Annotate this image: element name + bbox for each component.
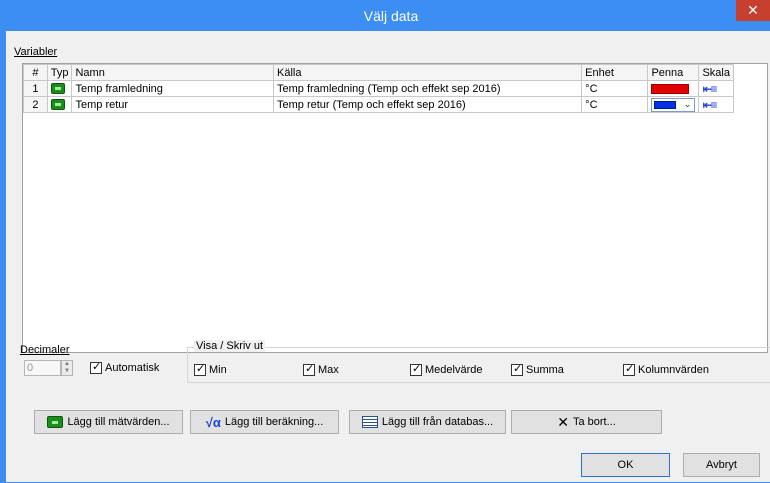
row-scale[interactable]: ⇤≡ xyxy=(698,96,734,113)
row-number: 1 xyxy=(23,80,48,97)
sum-checkbox[interactable]: Summa xyxy=(511,362,564,376)
max-checkbox[interactable]: Max xyxy=(303,362,339,376)
col-header-name[interactable]: Namn xyxy=(71,64,274,81)
checkbox-box[interactable] xyxy=(303,362,315,376)
row-type[interactable] xyxy=(46,96,73,113)
checkbox-label: Medelvärde xyxy=(425,364,483,376)
decimals-input[interactable]: 0 xyxy=(24,360,61,376)
title-bar[interactable]: Välj data ✕ xyxy=(6,0,770,31)
spin-up-icon[interactable]: ▲ xyxy=(62,361,72,368)
row-source[interactable]: Temp framledning (Temp och effekt sep 20… xyxy=(272,80,583,97)
col-header-source[interactable]: Källa xyxy=(272,64,583,81)
checkbox-box[interactable] xyxy=(511,362,523,376)
sqrt-alpha-icon: √α xyxy=(205,414,221,430)
table-header: # Typ Namn Källa Enhet Penna Skala xyxy=(23,64,734,81)
pen-color-dropdown[interactable]: ⌄ xyxy=(651,97,696,112)
ok-button[interactable]: OK xyxy=(581,453,670,477)
variables-label: Variabler xyxy=(14,46,57,58)
database-table-icon xyxy=(361,416,378,428)
pen-color-swatch xyxy=(654,100,677,109)
checkbox-label: Automatisk xyxy=(105,362,160,374)
row-unit[interactable]: °C xyxy=(581,80,649,97)
checkbox-box[interactable] xyxy=(623,362,635,376)
button-label: Lägg till mätvärden... xyxy=(67,416,170,428)
col-header-pen[interactable]: Penna xyxy=(647,64,700,81)
column-values-checkbox[interactable]: Kolumnvärden xyxy=(623,362,709,376)
checkbox-label: Kolumnvärden xyxy=(638,364,709,376)
dialog-title: Välj data xyxy=(363,8,419,24)
row-pen[interactable]: ⌄ xyxy=(647,96,700,113)
checkbox-label: Summa xyxy=(526,364,564,376)
add-from-database-button[interactable]: Lägg till från databas... xyxy=(349,410,506,434)
auto-decimals-checkbox[interactable]: Automatisk xyxy=(90,360,160,374)
spin-down-icon[interactable]: ▼ xyxy=(62,368,72,375)
scale-icon[interactable]: ⇤≡ xyxy=(702,82,717,96)
scale-icon[interactable]: ⇤≡ xyxy=(702,98,717,112)
dialog-window: Välj data ✕ Variabler # Typ Namn Källa E… xyxy=(0,0,770,483)
button-label: Lägg till från databas... xyxy=(381,416,494,428)
decimals-label-text: Decimaler xyxy=(20,344,70,356)
measured-value-icon xyxy=(50,99,65,111)
row-name[interactable]: Temp retur xyxy=(71,96,274,113)
row-pen[interactable] xyxy=(647,80,700,97)
button-label: Avbryt xyxy=(706,459,737,471)
close-button[interactable]: ✕ xyxy=(736,0,770,21)
variables-grid[interactable]: # Typ Namn Källa Enhet Penna Skala 1 Tem… xyxy=(22,63,768,353)
button-label: Ta bort... xyxy=(572,416,616,428)
button-label: Lägg till beräkning... xyxy=(224,416,324,428)
add-calculation-button[interactable]: √α Lägg till beräkning... xyxy=(190,410,339,434)
chevron-down-icon: ⌄ xyxy=(683,98,692,109)
min-checkbox[interactable]: Min xyxy=(194,362,227,376)
remove-x-icon: ✕ xyxy=(557,413,569,430)
checkbox-box[interactable] xyxy=(194,362,206,376)
cancel-button[interactable]: Avbryt xyxy=(683,453,760,477)
add-measured-values-button[interactable]: Lägg till mätvärden... xyxy=(34,410,183,434)
button-label: OK xyxy=(617,459,634,471)
variables-table: # Typ Namn Källa Enhet Penna Skala 1 Tem… xyxy=(23,64,734,113)
measured-value-icon xyxy=(47,416,64,428)
decimals-label: Decimaler xyxy=(20,344,70,356)
checkbox-label: Max xyxy=(318,364,339,376)
col-header-type[interactable]: Typ xyxy=(46,64,73,81)
row-name[interactable]: Temp framledning xyxy=(71,80,274,97)
row-number: 2 xyxy=(23,96,48,113)
mean-checkbox[interactable]: Medelvärde xyxy=(410,362,483,376)
checkbox-box[interactable] xyxy=(90,360,102,374)
col-header-scale[interactable]: Skala xyxy=(698,64,734,81)
show-print-legend: Visa / Skriv ut xyxy=(194,340,266,352)
table-row[interactable]: 2 Temp retur Temp retur (Temp och effekt… xyxy=(23,96,734,113)
dialog-client: Variabler # Typ Namn Källa Enhet Penna S… xyxy=(12,31,770,482)
col-header-num[interactable]: # xyxy=(23,64,48,81)
col-header-unit[interactable]: Enhet xyxy=(581,64,649,81)
remove-button[interactable]: ✕ Ta bort... xyxy=(511,410,662,434)
measured-value-icon xyxy=(50,83,65,95)
row-type[interactable] xyxy=(46,80,73,97)
decimals-spinner[interactable]: ▲ ▼ xyxy=(61,360,73,376)
table-row[interactable]: 1 Temp framledning Temp framledning (Tem… xyxy=(23,80,734,97)
row-scale[interactable]: ⇤≡ xyxy=(698,80,734,97)
row-source[interactable]: Temp retur (Temp och effekt sep 2016) xyxy=(272,96,583,113)
checkbox-label: Min xyxy=(209,364,227,376)
pen-color-swatch xyxy=(651,83,690,94)
checkbox-box[interactable] xyxy=(410,362,422,376)
variables-label-text: Variabler xyxy=(14,46,58,58)
row-unit[interactable]: °C xyxy=(581,96,649,113)
